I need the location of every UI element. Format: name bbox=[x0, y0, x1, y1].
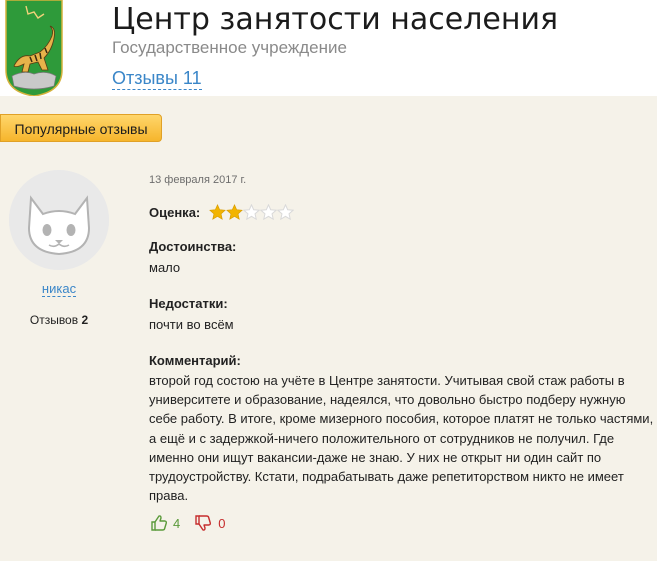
pros-label: Достоинства: bbox=[149, 239, 237, 254]
rating-row: Оценка: bbox=[149, 203, 295, 221]
review-date: 13 февраля 2017 г. bbox=[149, 174, 247, 186]
author-name: никас bbox=[0, 281, 118, 297]
star-empty-icon bbox=[277, 204, 295, 220]
comment-label: Комментарий: bbox=[149, 353, 241, 368]
rating-stars bbox=[209, 204, 295, 220]
cons-label: Недостатки: bbox=[149, 296, 228, 311]
pros-text: мало bbox=[149, 260, 181, 275]
vote-down-button[interactable]: 0 bbox=[194, 514, 225, 532]
vote-up-button[interactable]: 4 bbox=[150, 514, 180, 532]
thumbs-down-icon bbox=[194, 514, 212, 532]
star-empty-icon bbox=[260, 204, 278, 220]
star-filled-icon bbox=[209, 204, 227, 220]
comment-text: второй год состою на учёте в Центре заня… bbox=[149, 373, 654, 504]
vote-down-count: 0 bbox=[218, 515, 226, 531]
tab-popular-reviews[interactable]: Популярные отзывы bbox=[0, 114, 162, 142]
tiger-emblem-icon bbox=[4, 0, 64, 97]
cons-text: почти во всём bbox=[149, 317, 234, 332]
header: Центр занятости населения Государственно… bbox=[0, 0, 657, 97]
reviews-count-value: 2 bbox=[81, 313, 89, 327]
author-name-link[interactable]: никас bbox=[41, 281, 77, 297]
rating-label: Оценка: bbox=[149, 204, 201, 220]
votes: 4 0 bbox=[150, 514, 225, 532]
page-title: Центр занятости населения bbox=[112, 2, 558, 37]
reviews-count-link[interactable]: Отзывы 11 bbox=[112, 68, 202, 90]
page-subtitle: Государственное учреждение bbox=[112, 38, 347, 57]
cat-avatar-icon[interactable] bbox=[9, 170, 109, 270]
star-empty-icon bbox=[243, 204, 261, 220]
author-reviews-count: Отзывов 2 bbox=[0, 313, 118, 327]
thumbs-up-icon bbox=[150, 514, 168, 532]
reviews-count-label: Отзывов bbox=[29, 313, 79, 327]
vote-up-count: 4 bbox=[173, 515, 181, 531]
star-filled-icon bbox=[226, 204, 244, 220]
